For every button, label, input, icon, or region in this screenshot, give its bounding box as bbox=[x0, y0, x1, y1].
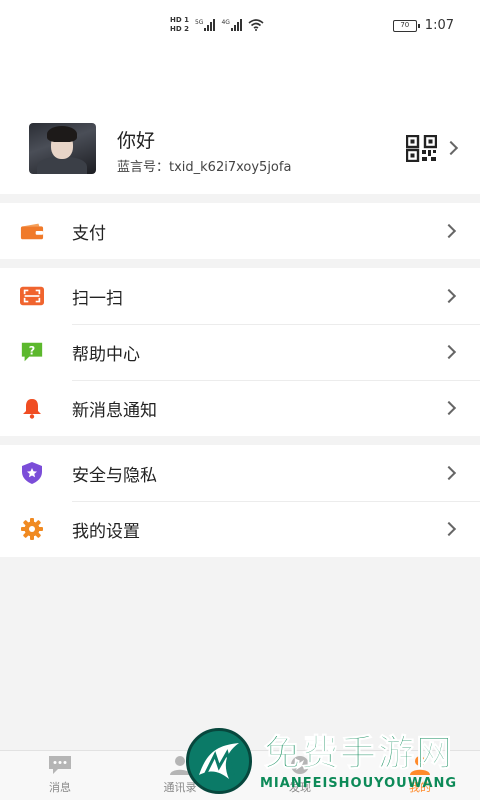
chat-icon bbox=[49, 756, 71, 774]
svg-text:?: ? bbox=[29, 344, 35, 357]
chevron-right-icon bbox=[441, 288, 457, 304]
menu-label-notifications: 新消息通知 bbox=[72, 400, 157, 421]
contacts-icon bbox=[170, 756, 190, 775]
tab-label-discover: 发现 bbox=[289, 781, 311, 794]
chevron-right-icon bbox=[441, 223, 457, 239]
menu-label-scan: 扫一扫 bbox=[72, 288, 123, 309]
net1-label: 5G bbox=[194, 19, 204, 26]
menu-group-tools: 扫一扫 ? 帮助中心 新消息通知 bbox=[0, 268, 480, 436]
status-right: 70 1:07 bbox=[392, 18, 454, 33]
avatar[interactable] bbox=[29, 123, 96, 174]
chevron-right-icon bbox=[441, 400, 457, 416]
wallet-icon bbox=[20, 219, 44, 243]
menu-group-payment: 支付 bbox=[0, 203, 480, 259]
chevron-right-icon bbox=[441, 521, 457, 537]
profile-chevron-right-icon bbox=[443, 140, 459, 156]
gear-icon bbox=[20, 517, 44, 541]
signal-2-icon: 4G bbox=[221, 19, 242, 31]
hd1-label: HD 1 bbox=[170, 16, 189, 24]
menu-item-scan[interactable]: 扫一扫 bbox=[0, 268, 480, 324]
menu-item-settings[interactable]: 我的设置 bbox=[0, 501, 480, 557]
scan-icon bbox=[20, 284, 44, 308]
network-indicators: HD 1 HD 2 5G 4G bbox=[170, 16, 264, 34]
profile-id: 蓝言号：txid_k62i7xoy5jofa bbox=[117, 160, 292, 175]
bottom-nav: 消息 通讯录 发现 我的 bbox=[0, 750, 480, 800]
menu-group-account: 安全与隐私 我的设置 bbox=[0, 445, 480, 557]
menu-item-help[interactable]: ? 帮助中心 bbox=[0, 324, 480, 380]
battery-icon: 70 bbox=[392, 19, 420, 32]
net2-label: 4G bbox=[221, 19, 230, 26]
chevron-right-icon bbox=[441, 344, 457, 360]
menu-label-settings: 我的设置 bbox=[72, 521, 140, 542]
tab-mine[interactable]: 我的 bbox=[360, 751, 480, 800]
hd-indicator: HD 1 HD 2 bbox=[170, 16, 189, 34]
profile-card[interactable]: 你好 蓝言号：txid_k62i7xoy5jofa bbox=[0, 112, 480, 194]
menu-label-payment: 支付 bbox=[72, 223, 106, 244]
header-area bbox=[0, 52, 480, 112]
help-icon: ? bbox=[20, 340, 44, 364]
status-bar: HD 1 HD 2 5G 4G 70 1:07 bbox=[0, 0, 480, 52]
wifi-icon bbox=[248, 19, 264, 31]
bell-icon bbox=[20, 396, 44, 420]
clock: 1:07 bbox=[424, 18, 454, 33]
menu-label-help: 帮助中心 bbox=[72, 344, 140, 365]
signal-1-icon: 5G bbox=[194, 19, 216, 31]
tab-label-messages: 消息 bbox=[49, 781, 71, 794]
tab-label-mine: 我的 bbox=[409, 781, 431, 794]
hd2-label: HD 2 bbox=[170, 25, 189, 33]
tab-messages[interactable]: 消息 bbox=[0, 751, 120, 800]
menu-item-security[interactable]: 安全与隐私 bbox=[0, 445, 480, 501]
menu-label-security: 安全与隐私 bbox=[72, 465, 157, 486]
tab-label-contacts: 通讯录 bbox=[163, 781, 197, 794]
tab-discover[interactable]: 发现 bbox=[240, 751, 360, 800]
discover-icon bbox=[291, 756, 309, 774]
profile-icon bbox=[410, 756, 430, 775]
chevron-right-icon bbox=[441, 465, 457, 481]
shield-icon bbox=[20, 461, 44, 485]
menu-item-notifications[interactable]: 新消息通知 bbox=[0, 380, 480, 436]
qr-code-icon[interactable] bbox=[406, 135, 437, 162]
tab-contacts[interactable]: 通讯录 bbox=[120, 751, 240, 800]
profile-name: 你好 bbox=[117, 130, 156, 152]
menu-item-payment[interactable]: 支付 bbox=[0, 203, 480, 259]
